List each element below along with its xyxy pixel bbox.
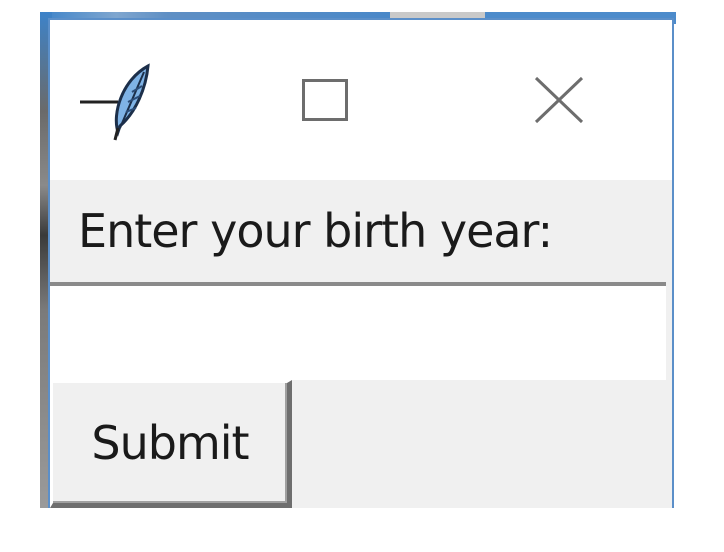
app-window: Enter your birth year: Submit <box>48 18 674 508</box>
maximize-button[interactable] <box>280 58 370 142</box>
birth-year-input[interactable] <box>50 282 666 380</box>
title-bar[interactable] <box>50 20 672 180</box>
submit-button[interactable]: Submit <box>50 380 292 508</box>
close-icon <box>514 76 604 146</box>
maximize-icon <box>302 79 348 121</box>
feather-icon <box>78 58 158 142</box>
close-button[interactable] <box>514 58 604 142</box>
birth-year-label: Enter your birth year: <box>78 204 553 258</box>
